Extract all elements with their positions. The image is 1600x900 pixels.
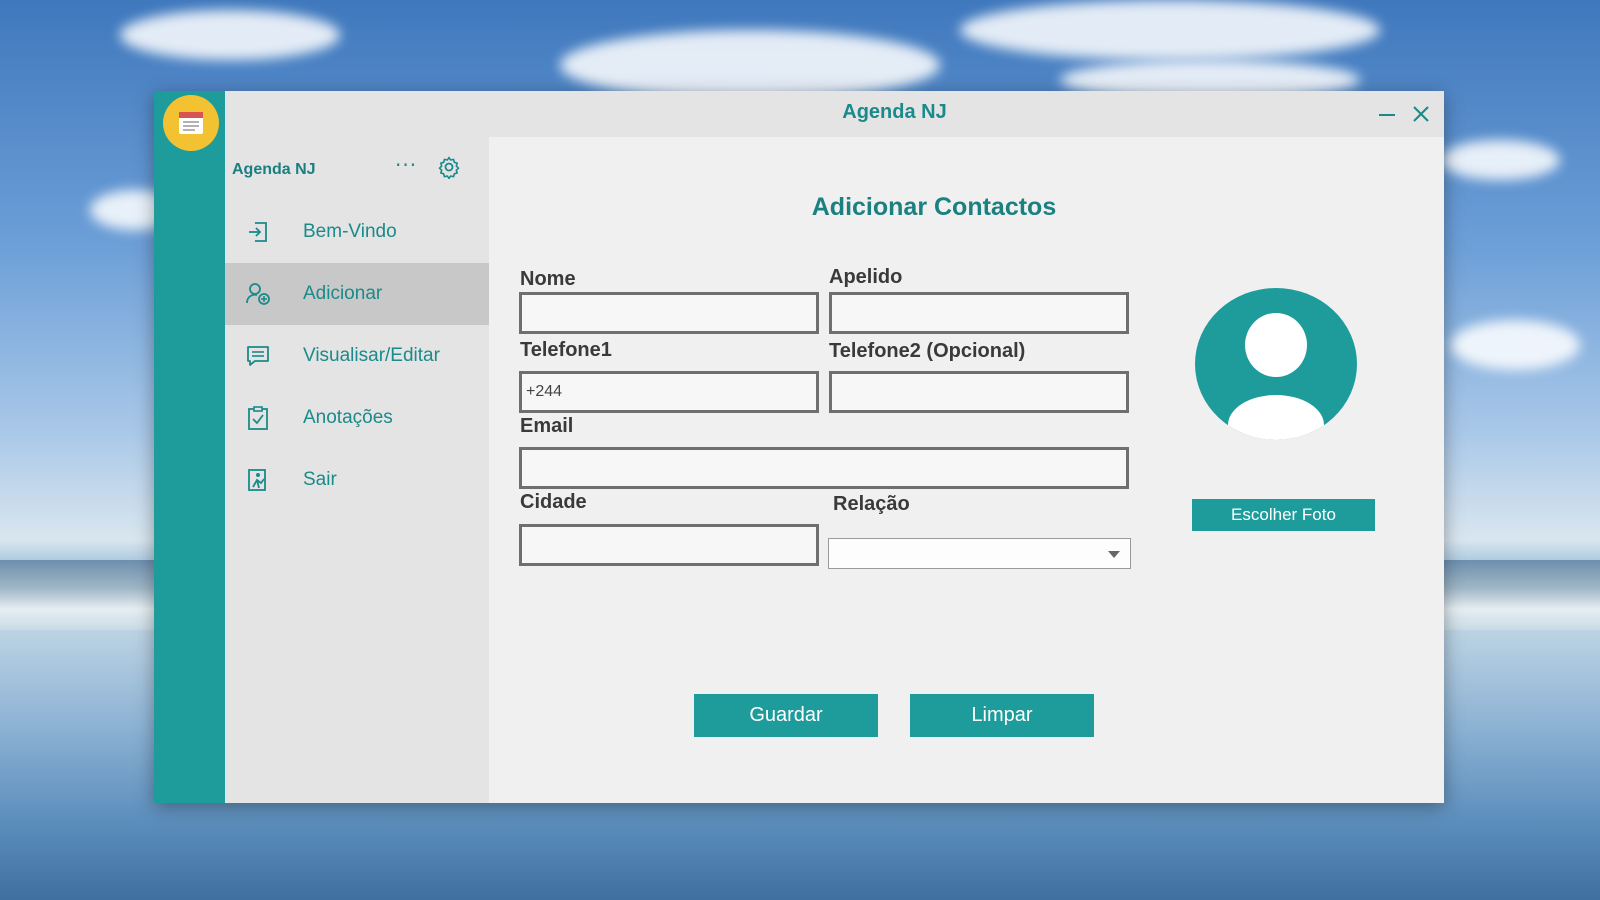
login-icon [249, 222, 267, 242]
sidebar-title: Agenda NJ [232, 161, 316, 178]
sidebar-item-visualisar-editar[interactable]: Visualisar/Editar [225, 325, 489, 387]
avatar [1195, 288, 1357, 440]
sidebar-item-label: Sair [303, 469, 337, 490]
relacao-select[interactable] [828, 538, 1131, 569]
choose-photo-button[interactable]: Escolher Foto [1192, 499, 1375, 531]
gear-icon[interactable] [437, 155, 461, 179]
nome-field[interactable] [519, 292, 819, 334]
apelido-field[interactable] [829, 292, 1129, 334]
page-title: Adicionar Contactos [811, 193, 1057, 221]
more-options-icon[interactable]: ··· [395, 153, 417, 177]
main-content: Adicionar Contactos Nome Apelido Telefon… [489, 137, 1444, 803]
left-rail [154, 91, 225, 803]
sidebar-item-label: Bem-Vindo [303, 221, 397, 242]
notebook-icon [179, 112, 203, 134]
message-list-icon [247, 346, 269, 366]
nome-label: Nome [520, 268, 576, 290]
sidebar-item-bem-vindo[interactable]: Bem-Vindo [225, 201, 489, 263]
relacao-label: Relação [833, 493, 910, 515]
sidebar-item-label: Visualisar/Editar [303, 345, 440, 366]
clipboard-check-icon [248, 406, 268, 430]
sidebar-item-adicionar[interactable]: Adicionar [225, 263, 489, 325]
telefone1-field[interactable]: +244 [519, 371, 819, 413]
window-title: Agenda NJ [842, 101, 947, 123]
telefone2-field[interactable] [829, 371, 1129, 413]
sidebar-item-anotacoes[interactable]: Anotações [225, 387, 489, 449]
sidebar-item-label: Adicionar [303, 283, 383, 304]
sidebar-item-sair[interactable]: Sair [225, 449, 489, 511]
save-button[interactable]: Guardar [694, 694, 878, 737]
minimize-icon[interactable] [1376, 103, 1398, 125]
cidade-field[interactable] [519, 524, 819, 566]
telefone1-label: Telefone1 [520, 339, 612, 361]
telefone2-label: Telefone2 (Opcional) [829, 340, 1026, 362]
apelido-label: Apelido [829, 266, 903, 288]
sidebar: Agenda NJ ··· Bem-Vindo Adicionar Visual… [225, 137, 489, 803]
title-bar: Agenda NJ [225, 91, 1444, 137]
email-field[interactable] [519, 447, 1129, 489]
app-window: Agenda NJ Agenda NJ ··· Bem-Vindo Adicio… [154, 91, 1444, 803]
app-logo [163, 95, 219, 151]
clear-button[interactable]: Limpar [910, 694, 1094, 737]
nav-menu: Bem-Vindo Adicionar Visualisar/Editar An… [225, 201, 489, 511]
add-user-icon [246, 283, 270, 305]
sidebar-item-label: Anotações [303, 407, 393, 428]
exit-icon [248, 469, 266, 491]
chevron-down-icon [1108, 551, 1120, 558]
email-label: Email [520, 415, 574, 437]
close-icon[interactable] [1410, 103, 1432, 125]
cidade-label: Cidade [520, 491, 587, 513]
